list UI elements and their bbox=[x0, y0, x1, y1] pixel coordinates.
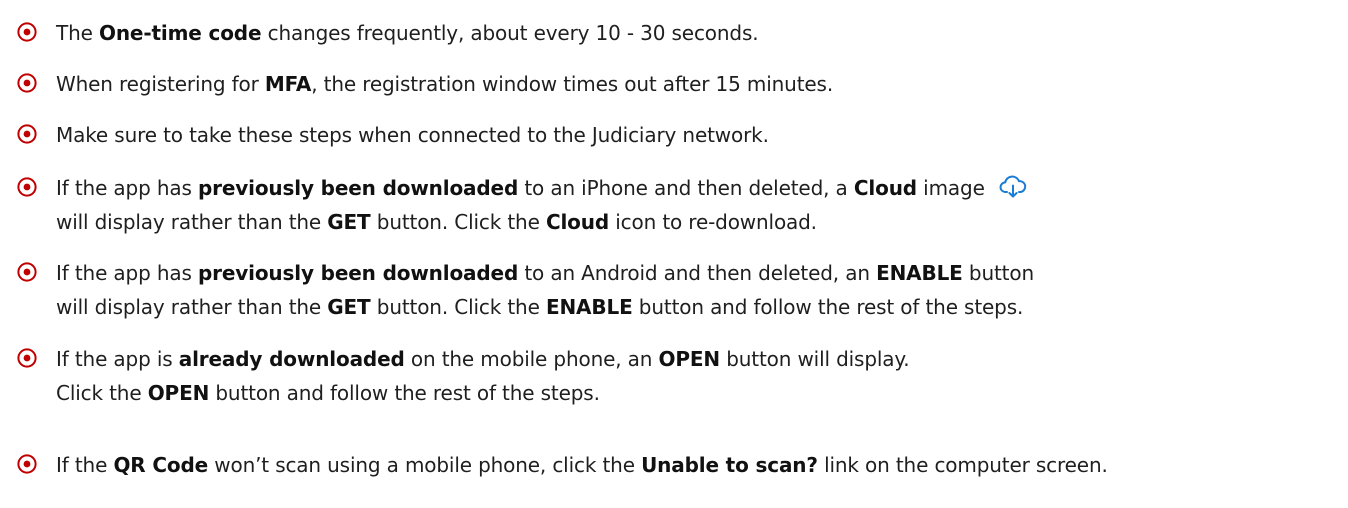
bold-term: QR Code bbox=[113, 453, 209, 477]
text-run: to an Android and then deleted, an bbox=[518, 261, 877, 285]
text-line: If the app has previously been downloade… bbox=[56, 171, 1027, 205]
bold-term: MFA bbox=[264, 72, 312, 96]
bold-term: ENABLE bbox=[876, 261, 963, 285]
circled-dot-icon bbox=[16, 72, 38, 94]
bold-term: GET bbox=[327, 210, 371, 234]
bold-term: OPEN bbox=[147, 381, 210, 405]
text-run: won’t scan using a mobile phone, click t… bbox=[208, 453, 642, 477]
bold-term: OPEN bbox=[658, 347, 721, 371]
circled-dot-icon bbox=[16, 347, 38, 369]
text-line: will display rather than the GET button.… bbox=[56, 290, 1034, 324]
text-line: will display rather than the GET button.… bbox=[56, 205, 1027, 239]
text-run: button and follow the rest of the steps. bbox=[209, 381, 600, 405]
text-run: will display rather than the bbox=[56, 295, 328, 319]
text-run: If the app is bbox=[56, 347, 179, 371]
text-run: If the bbox=[56, 453, 114, 477]
text-run: The bbox=[56, 21, 99, 45]
list-item-text: Make sure to take these steps when conne… bbox=[56, 118, 769, 152]
text-run: Click the bbox=[56, 381, 148, 405]
list-item-text: The One-time code changes frequently, ab… bbox=[56, 16, 759, 50]
text-run: button. Click the bbox=[370, 210, 546, 234]
text-line: When registering for MFA, the registrati… bbox=[56, 67, 833, 101]
bold-term: previously been downloaded bbox=[197, 176, 519, 200]
bold-term: GET bbox=[327, 295, 371, 319]
cloud-download-icon bbox=[999, 175, 1027, 199]
text-run: icon to re-download. bbox=[609, 210, 817, 234]
text-run: link on the computer screen. bbox=[817, 453, 1108, 477]
circled-dot-icon bbox=[16, 176, 38, 198]
text-run: If the app has bbox=[56, 176, 198, 200]
bold-term: already downloaded bbox=[178, 347, 405, 371]
circled-dot-icon bbox=[16, 123, 38, 145]
text-run: Make sure to take these steps when conne… bbox=[56, 123, 769, 147]
text-line: If the QR Code won’t scan using a mobile… bbox=[56, 448, 1108, 482]
circled-dot-icon bbox=[16, 261, 38, 283]
text-line: The One-time code changes frequently, ab… bbox=[56, 16, 759, 50]
text-run: button and follow the rest of the steps. bbox=[632, 295, 1024, 319]
bold-term: previously been downloaded bbox=[197, 261, 519, 285]
list-item-text: If the app has previously been downloade… bbox=[56, 171, 1027, 239]
list-item-text: If the QR Code won’t scan using a mobile… bbox=[56, 448, 1108, 482]
text-run: changes frequently, about every 10 - 30 … bbox=[261, 21, 759, 45]
circled-dot-icon bbox=[16, 453, 38, 475]
text-run: button bbox=[962, 261, 1034, 285]
text-run: to an iPhone and then deleted, a bbox=[518, 176, 854, 200]
text-run: If the app has bbox=[56, 261, 198, 285]
text-line: Click the OPEN button and follow the res… bbox=[56, 376, 909, 410]
bold-term: One-time code bbox=[98, 21, 262, 45]
list-item-text: If the app has previously been downloade… bbox=[56, 256, 1034, 324]
text-run: button. Click the bbox=[370, 295, 546, 319]
bold-term: ENABLE bbox=[545, 295, 633, 319]
bold-term: Unable to scan? bbox=[641, 453, 818, 477]
text-run: When registering for bbox=[56, 72, 265, 96]
circled-dot-icon bbox=[16, 21, 38, 43]
bold-term: Cloud bbox=[545, 210, 610, 234]
text-run: , the registration window times out afte… bbox=[311, 72, 834, 96]
text-run: button will display. bbox=[719, 347, 910, 371]
list-item-text: If the app is already downloaded on the … bbox=[56, 342, 910, 410]
text-run: will display rather than the bbox=[56, 210, 328, 234]
tips-list: The One-time code changes frequently, ab… bbox=[0, 0, 1348, 508]
bold-term: Cloud bbox=[853, 176, 917, 200]
text-line: Make sure to take these steps when conne… bbox=[56, 118, 769, 152]
text-line: If the app has previously been downloade… bbox=[56, 256, 1034, 290]
text-run: image bbox=[916, 176, 985, 200]
text-line: If the app is already downloaded on the … bbox=[56, 342, 910, 376]
list-item-text: When registering for MFA, the registrati… bbox=[56, 67, 833, 101]
text-run: on the mobile phone, an bbox=[404, 347, 659, 371]
